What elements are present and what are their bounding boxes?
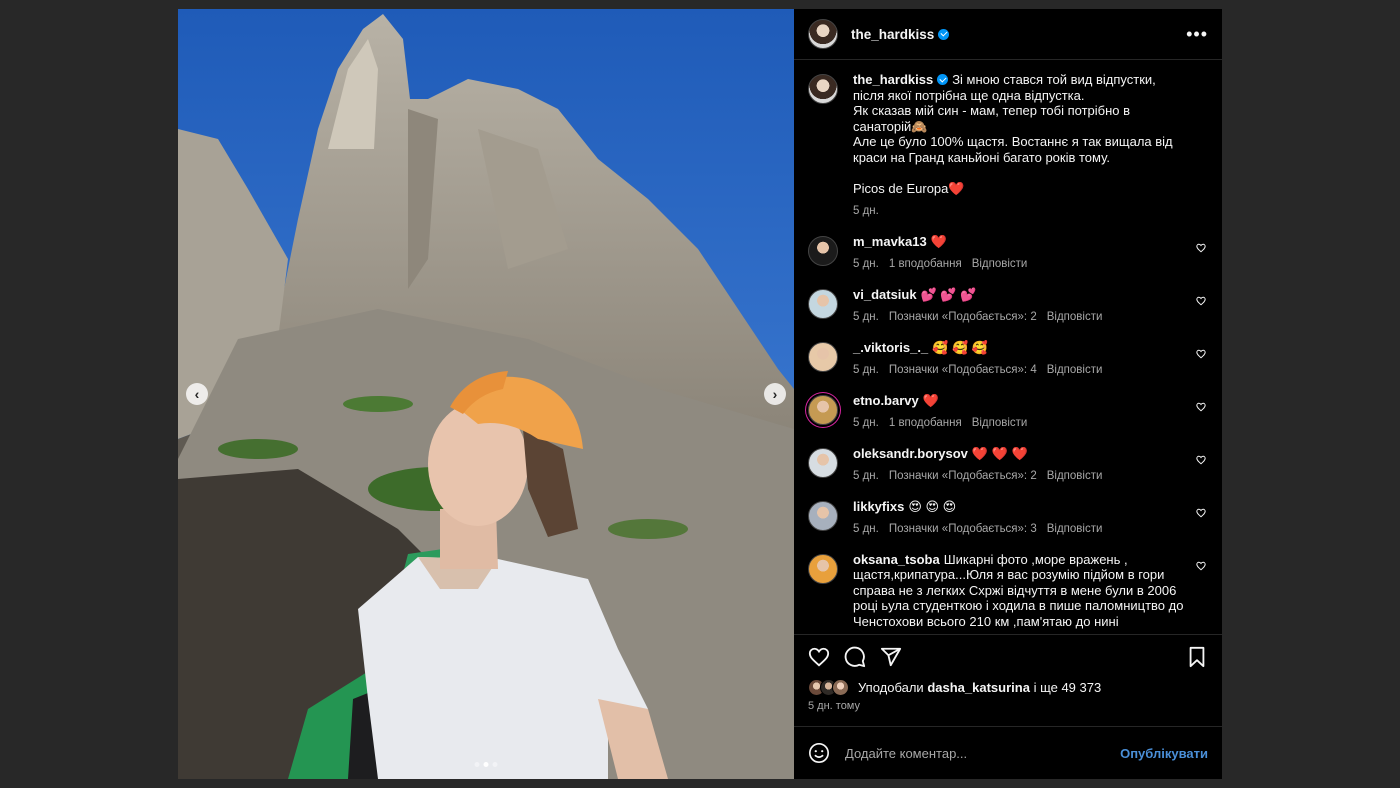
reply-button[interactable]: Відповісти	[972, 416, 1028, 432]
commenter-avatar[interactable]	[808, 235, 838, 266]
comment-like-icon[interactable]	[1196, 296, 1206, 306]
comment-like-icon[interactable]	[1196, 349, 1206, 359]
caption-username[interactable]: the_hardkiss	[853, 72, 933, 87]
slide-dot-active	[483, 762, 489, 767]
previous-slide-button[interactable]: ‹	[186, 383, 208, 405]
post-media[interactable]: ‹ ›	[178, 9, 794, 779]
comment-like-icon[interactable]	[1196, 402, 1206, 412]
reply-button[interactable]: Відповісти	[972, 257, 1028, 273]
comment-text: 💕 💕 💕	[920, 286, 977, 302]
comment-likes-count[interactable]: Позначки «Подобається»: 2	[889, 310, 1037, 326]
post-modal: ‹ › the_hardkiss ••• the_hardkiss Зі мною…	[178, 9, 1222, 779]
comment-composer: Опублікувати	[794, 726, 1222, 779]
comment-text: ❤️	[930, 233, 947, 249]
commenter-avatar[interactable]	[808, 447, 838, 478]
share-icon[interactable]	[880, 646, 902, 668]
likes-section: Уподобали dasha_katsurina і ще 49 373 5 …	[794, 679, 1222, 712]
comment-time[interactable]: 5 дн.	[853, 416, 879, 432]
commenter-avatar[interactable]	[808, 500, 838, 531]
comment-time[interactable]: 5 дн.	[853, 363, 879, 379]
post-time[interactable]: 5 дн. тому	[808, 700, 1208, 712]
commenter-username[interactable]: m_mavka13	[853, 234, 927, 249]
comment-text: ❤️ ❤️ ❤️	[971, 445, 1028, 461]
author-avatar[interactable]	[808, 74, 838, 104]
next-slide-button[interactable]: ›	[764, 383, 786, 405]
comment-row: m_mavka13 ❤️ 5 дн. 1 вподобання Відповісти	[808, 234, 1208, 273]
post-photo	[178, 9, 794, 779]
comment-like-icon[interactable]	[1196, 561, 1206, 571]
reply-button[interactable]: Відповісти	[1047, 522, 1103, 538]
comment-row: oleksandr.borysov ❤️ ❤️ ❤️ 5 дн. Позначки «…	[808, 446, 1208, 485]
author-avatar[interactable]	[808, 19, 838, 49]
commenter-username[interactable]: likkyfixs	[853, 499, 904, 514]
comment-row: likkyfixs 😍 😍 😍 5 дн. Позначки «Подобається…	[808, 499, 1208, 538]
comment-time[interactable]: 5 дн.	[853, 469, 879, 485]
slide-dot	[474, 762, 480, 767]
comment-row: vi_datsiuk 💕 💕 💕 5 дн. Позначки «Подобаєтьс…	[808, 287, 1208, 326]
publish-button[interactable]: Опублікувати	[1120, 746, 1208, 761]
reply-button[interactable]: Відповісти	[1047, 469, 1103, 485]
commenter-username[interactable]: oleksandr.borysov	[853, 446, 968, 461]
comment-like-icon[interactable]	[1196, 508, 1206, 518]
comment-like-icon[interactable]	[1196, 455, 1206, 465]
verified-badge-icon	[938, 28, 950, 40]
comment-time[interactable]: 5 дн.	[853, 310, 879, 326]
likes-count[interactable]: і ще 49 373	[1034, 680, 1102, 695]
reply-button[interactable]: Відповісти	[1047, 363, 1103, 379]
avatar	[832, 679, 849, 696]
commenter-avatar[interactable]	[808, 394, 838, 425]
comment-likes-count[interactable]: 1 вподобання	[889, 257, 962, 273]
slide-indicator	[474, 762, 498, 767]
comment-like-icon[interactable]	[1196, 243, 1206, 253]
like-icon[interactable]	[808, 646, 830, 668]
commenter-avatar[interactable]	[808, 288, 838, 319]
comments-list[interactable]: the_hardkiss Зі мною стався той вид відпу…	[794, 60, 1222, 634]
comment-row: etno.barvy ❤️ 5 дн. 1 вподобання Відповісти	[808, 393, 1208, 432]
comment-likes-count[interactable]: Позначки «Подобається»: 2	[889, 469, 1037, 485]
caption-heart: ❤️	[948, 180, 965, 196]
post-header: the_hardkiss •••	[794, 9, 1222, 60]
commenter-avatar[interactable]	[808, 553, 838, 584]
caption-text: Зі мною стався той вид відпустки, після …	[853, 72, 1173, 196]
liker-username[interactable]: dasha_katsurina	[927, 680, 1030, 695]
commenter-username[interactable]: vi_datsiuk	[853, 287, 917, 302]
action-bar	[794, 634, 1222, 679]
emoji-icon[interactable]	[808, 742, 830, 764]
commenter-username[interactable]: oksana_tsoba	[853, 552, 940, 567]
comment-likes-count[interactable]: 1 вподобання	[889, 416, 962, 432]
comment-text: 😍 😍 😍	[908, 498, 957, 514]
caption: the_hardkiss Зі мною стався той вид відпу…	[808, 72, 1208, 220]
comment-text: 🥰 🥰 🥰	[932, 339, 988, 355]
comment-time[interactable]: 5 дн.	[853, 522, 879, 538]
caption-time[interactable]: 5 дн.	[853, 204, 879, 220]
liker-avatars	[808, 679, 849, 696]
comment-likes-count[interactable]: Позначки «Подобається»: 4	[889, 363, 1037, 379]
comment-input[interactable]	[843, 744, 1121, 762]
verified-badge-icon	[937, 74, 949, 85]
comment-likes-count[interactable]: Позначки «Подобається»: 3	[889, 522, 1037, 538]
commenter-username[interactable]: _.viktoris_._	[853, 340, 928, 355]
reply-button[interactable]: Відповісти	[1047, 310, 1103, 326]
bookmark-icon[interactable]	[1186, 646, 1208, 668]
more-options-icon[interactable]: •••	[1186, 24, 1208, 45]
commenter-username[interactable]: etno.barvy	[853, 393, 919, 408]
commenter-avatar[interactable]	[808, 341, 838, 372]
comment-row: oksana_tsoba Шикарні фото ,море вражень ,…	[808, 552, 1208, 630]
post-panel: the_hardkiss ••• the_hardkiss Зі мною ста…	[794, 9, 1222, 779]
comment-text: ❤️	[922, 392, 939, 408]
comment-icon[interactable]	[844, 646, 866, 668]
comment-time[interactable]: 5 дн.	[853, 257, 879, 273]
slide-dot	[492, 762, 498, 767]
comment-row: _.viktoris_._ 🥰 🥰 🥰 5 дн. Позначки «Подобає…	[808, 340, 1208, 379]
likes-prefix: Уподобали	[858, 680, 924, 695]
author-username[interactable]: the_hardkiss	[851, 27, 934, 42]
